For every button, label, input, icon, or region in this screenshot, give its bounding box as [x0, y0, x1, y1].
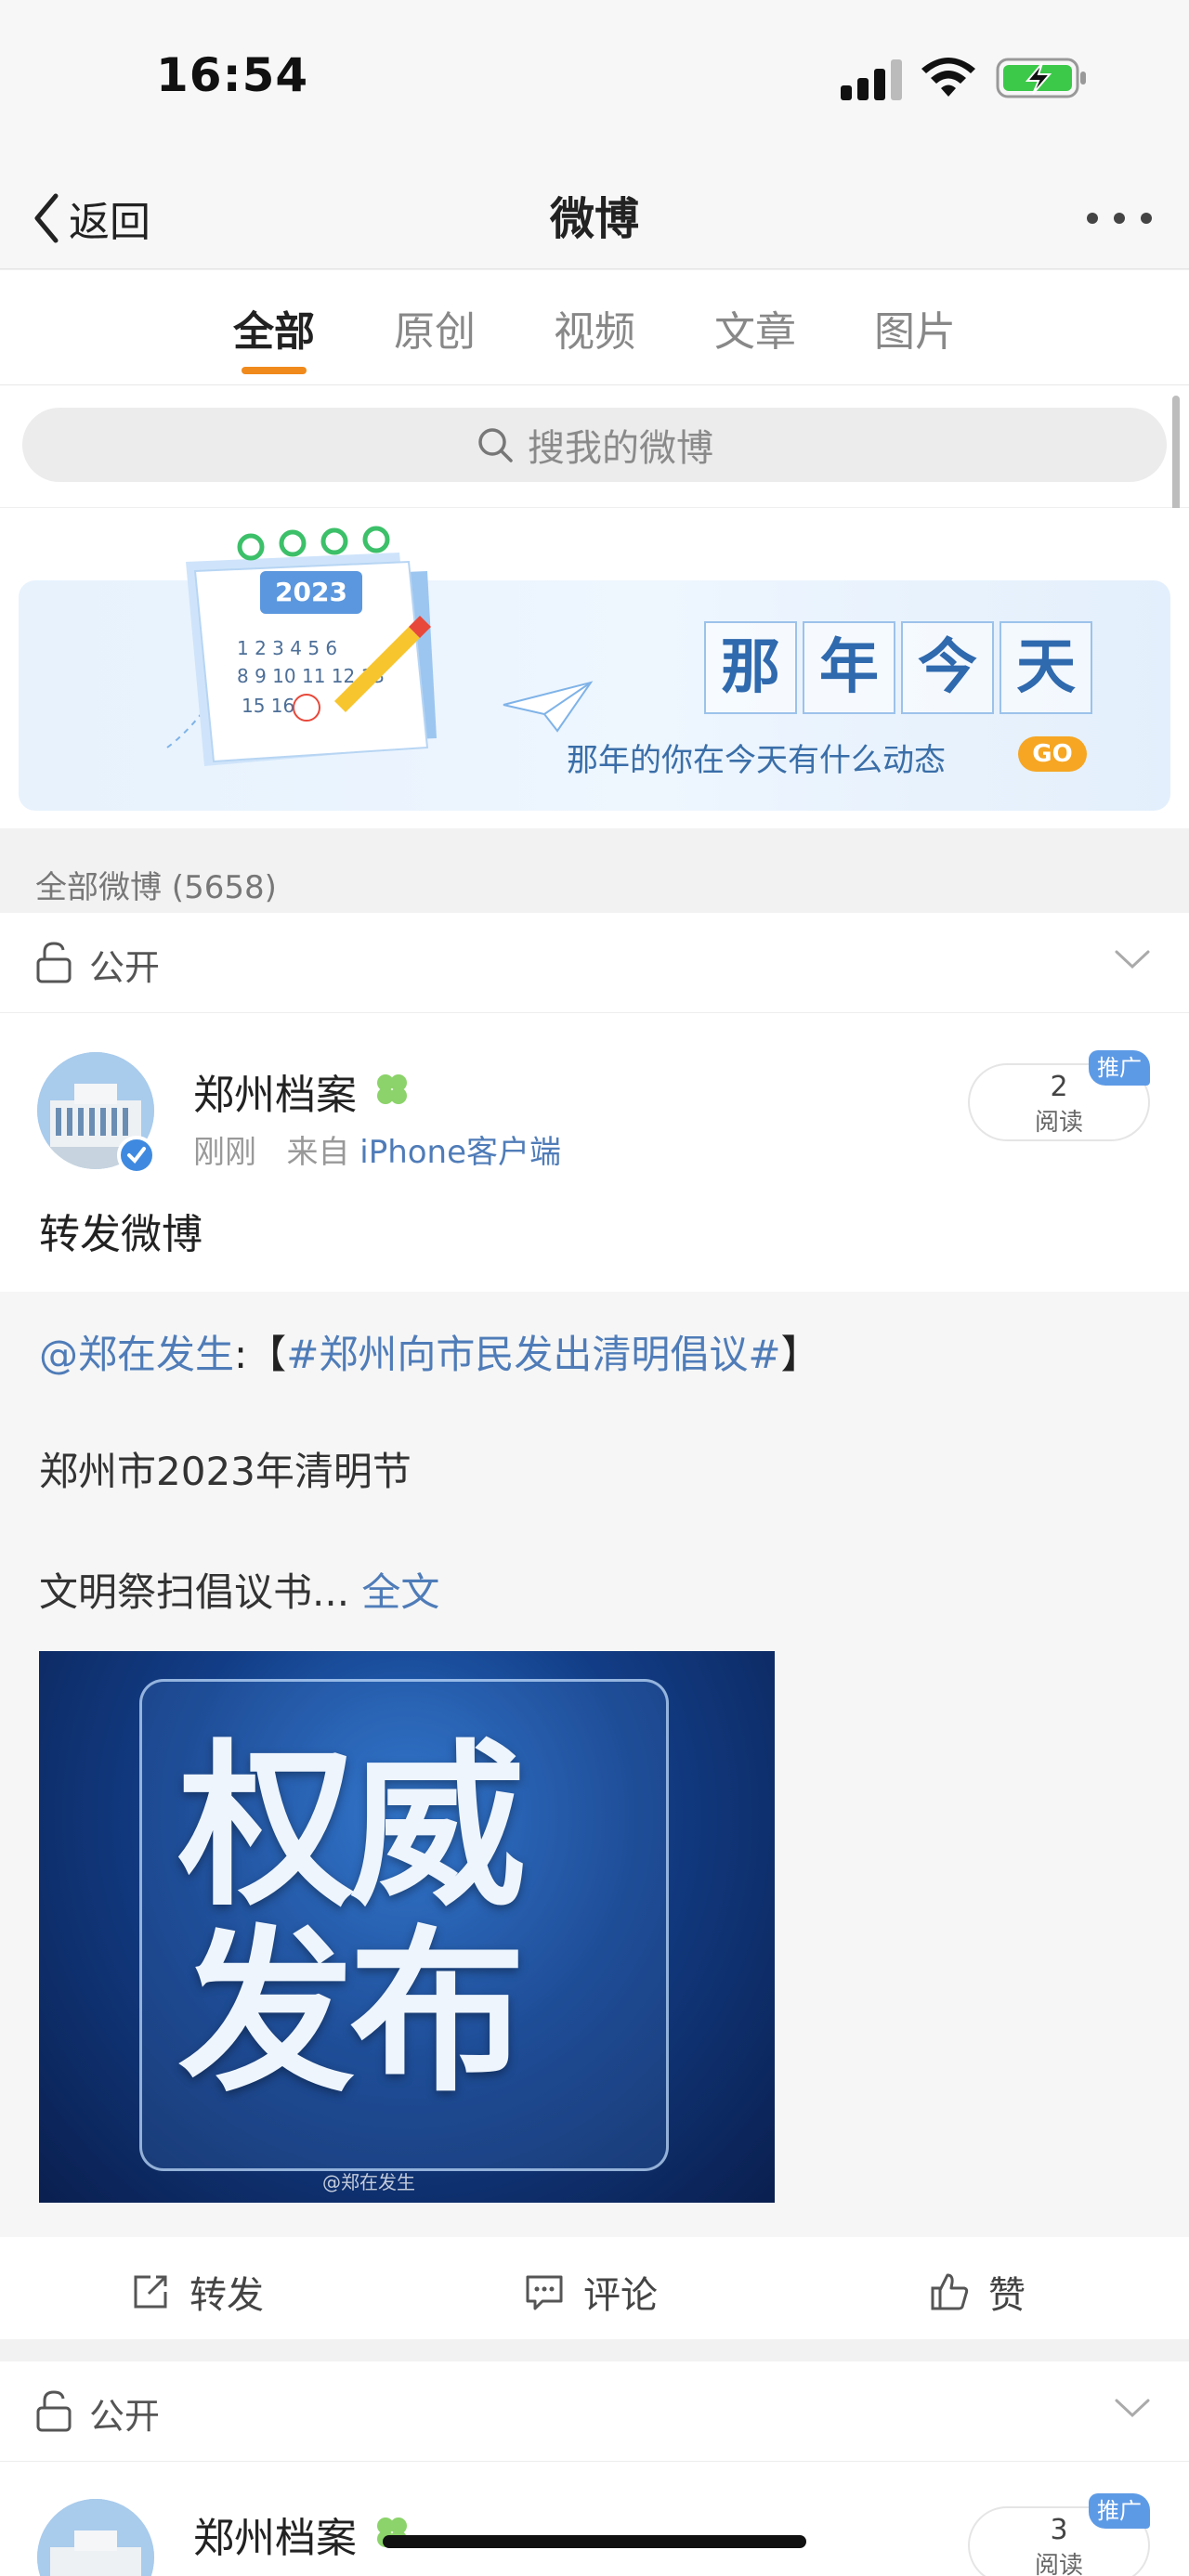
- tab-original[interactable]: 原创: [370, 298, 500, 358]
- post-time: 刚刚: [193, 1134, 256, 1171]
- search-area: 搜我的微博: [0, 385, 1189, 508]
- memories-banner[interactable]: 2023 1 2 3 4 5 6 8 9 10 11 12 13 15 16 那…: [19, 526, 1170, 811]
- verified-badge-icon: [117, 1136, 156, 1175]
- svg-text:15 16: 15 16: [242, 695, 294, 717]
- unlock-icon: [36, 2390, 72, 2432]
- comment-icon: [526, 2275, 563, 2310]
- repost-line-3: 文明祭扫倡议书... 全文: [39, 1561, 439, 1618]
- nav-bar: 返回 微博: [0, 167, 1189, 269]
- visibility-label: 公开: [89, 947, 161, 988]
- clover-badge-icon: [377, 1074, 407, 1104]
- user-name[interactable]: 郑州档案: [193, 1061, 357, 1121]
- tab-all[interactable]: 全部: [209, 298, 339, 358]
- source-prefix: 来自: [286, 1134, 350, 1171]
- memories-banner-area: 2023 1 2 3 4 5 6 8 9 10 11 12 13 15 16 那…: [0, 508, 1189, 828]
- repost-label: 转发: [189, 2274, 264, 2317]
- bracket-close: 】: [780, 1332, 820, 1377]
- filter-tabs: 全部 原创 视频 文章 图片: [0, 270, 1189, 385]
- post-action-bar: 转发 评论 赞: [0, 2237, 1189, 2339]
- svg-text:1 2 3 4 5 6: 1 2 3 4 5 6: [237, 637, 337, 659]
- banner-title-char: 年: [803, 621, 895, 714]
- tab-picture[interactable]: 图片: [850, 298, 980, 358]
- home-indicator[interactable]: [383, 2535, 806, 2548]
- building-avatar-icon: [37, 2499, 154, 2576]
- calendar-illustration-icon: 2023 1 2 3 4 5 6 8 9 10 11 12 13 15 16: [166, 526, 437, 766]
- search-placeholder: 搜我的微博: [528, 427, 713, 470]
- wifi-icon: [921, 58, 975, 97]
- mention-colon: :: [234, 1332, 248, 1377]
- image-headline: 权威 发布: [178, 1735, 643, 2106]
- post-card: 郑州档案 3 阅读 推广: [0, 2462, 1189, 2576]
- full-text-link[interactable]: 全文: [361, 1569, 439, 1615]
- post-text: 转发微博: [39, 1211, 203, 1258]
- banner-title-char: 那: [704, 621, 797, 714]
- reposted-content[interactable]: @郑在发生:【#郑州向市民发出清明倡议#】 郑州市2023年清明节 文明祭扫倡议…: [0, 1292, 1189, 2237]
- read-label: 阅读: [1034, 2552, 1083, 2576]
- post-meta: 刚刚 来自 iPhone客户端: [193, 1126, 561, 1172]
- read-label: 阅读: [1034, 1109, 1083, 1137]
- image-watermark: @郑在发生: [322, 2171, 415, 2193]
- chevron-down-icon[interactable]: [1113, 946, 1152, 972]
- thumbs-up-icon: [931, 2273, 969, 2310]
- comment-label: 评论: [583, 2274, 658, 2317]
- mention-link[interactable]: @郑在发生: [39, 1332, 234, 1377]
- calendar-year: 2023: [275, 577, 347, 607]
- active-tab-indicator: [242, 367, 307, 374]
- more-dot-icon: [1087, 213, 1098, 224]
- post-card: 郑州档案 刚刚 来自 iPhone客户端 2 阅读 推广 转发微博: [0, 1013, 1189, 1292]
- tab-video[interactable]: 视频: [529, 298, 660, 358]
- repost-excerpt: 文明祭扫倡议书...: [39, 1569, 350, 1615]
- promote-badge[interactable]: 推广: [1089, 2493, 1150, 2529]
- topic-link[interactable]: #郑州向市民发出清明倡议#: [286, 1332, 780, 1377]
- paper-plane-icon: [503, 681, 594, 733]
- search-input[interactable]: 搜我的微博: [22, 408, 1167, 482]
- repost-header: @郑在发生:【#郑州向市民发出清明倡议#】: [39, 1323, 820, 1380]
- image-headline-line: 发布: [178, 1910, 526, 2115]
- post-visibility-bar[interactable]: 公开: [0, 913, 1189, 1013]
- visibility-label: 公开: [89, 2396, 161, 2437]
- section-count-label: 全部微博 (5658): [35, 869, 277, 906]
- more-button[interactable]: [1087, 195, 1152, 241]
- image-headline-line: 权威: [178, 1724, 526, 1930]
- more-dot-icon: [1141, 213, 1152, 224]
- status-bar: 16:54: [0, 0, 1189, 167]
- repost-image[interactable]: 权威 发布 @郑在发生: [39, 1651, 775, 2203]
- cellular-signal-icon: [841, 59, 902, 100]
- repost-button[interactable]: 转发: [130, 2265, 264, 2319]
- unlock-icon: [36, 942, 72, 983]
- banner-title: 那 年 今 天: [704, 621, 1098, 714]
- more-dot-icon: [1114, 213, 1125, 224]
- promote-badge[interactable]: 推广: [1089, 1050, 1150, 1086]
- banner-subtitle: 那年的你在今天有什么动态: [567, 742, 946, 779]
- like-button[interactable]: 赞: [929, 2265, 1026, 2319]
- banner-title-char: 今: [901, 621, 994, 714]
- share-icon: [134, 2275, 167, 2309]
- comment-button[interactable]: 评论: [524, 2265, 658, 2319]
- banner-title-char: 天: [1000, 621, 1092, 714]
- avatar[interactable]: [37, 2499, 154, 2576]
- post-visibility-bar[interactable]: 公开: [0, 2361, 1189, 2462]
- post-source[interactable]: iPhone客户端: [359, 1134, 561, 1171]
- chevron-down-icon[interactable]: [1113, 2395, 1152, 2421]
- status-time: 16:54: [156, 48, 309, 102]
- bracket-open: 【: [247, 1332, 287, 1377]
- user-name[interactable]: 郑州档案: [193, 2504, 357, 2564]
- like-label: 赞: [988, 2274, 1026, 2317]
- battery-charging-icon: [996, 58, 1086, 98]
- banner-go-button[interactable]: GO: [1018, 736, 1087, 772]
- page-title: 微博: [549, 193, 639, 245]
- repost-line-2: 郑州市2023年清明节: [39, 1449, 412, 1494]
- search-icon: [478, 428, 513, 462]
- tab-article[interactable]: 文章: [690, 298, 820, 358]
